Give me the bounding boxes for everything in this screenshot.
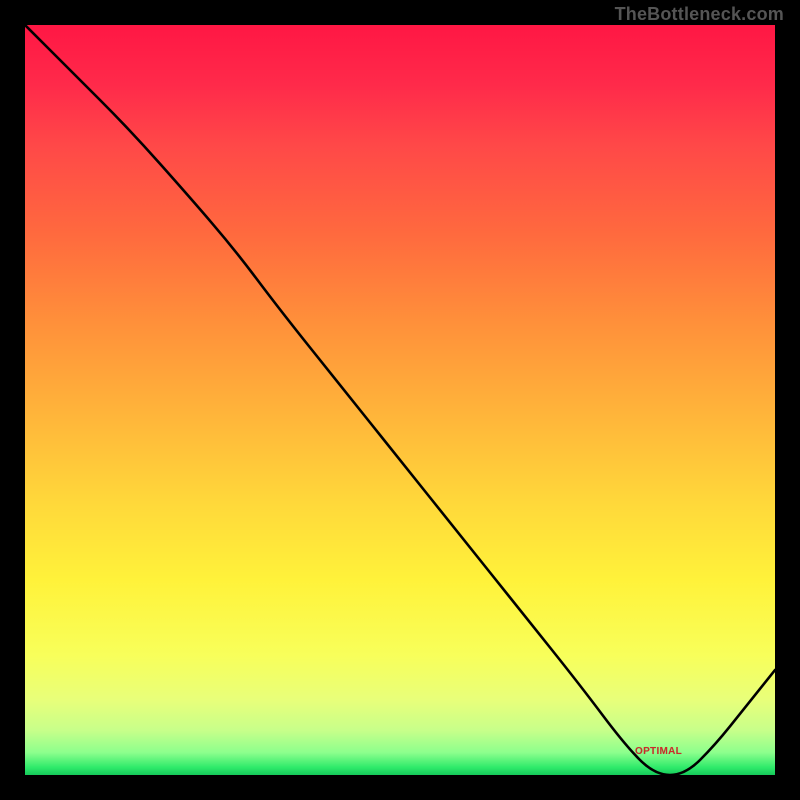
optimal-label: OPTIMAL — [635, 746, 682, 757]
credit-text: TheBottleneck.com — [615, 4, 784, 25]
chart-frame: OPTIMAL — [25, 25, 775, 775]
bottleneck-curve — [25, 25, 775, 775]
chart-svg — [25, 25, 775, 775]
